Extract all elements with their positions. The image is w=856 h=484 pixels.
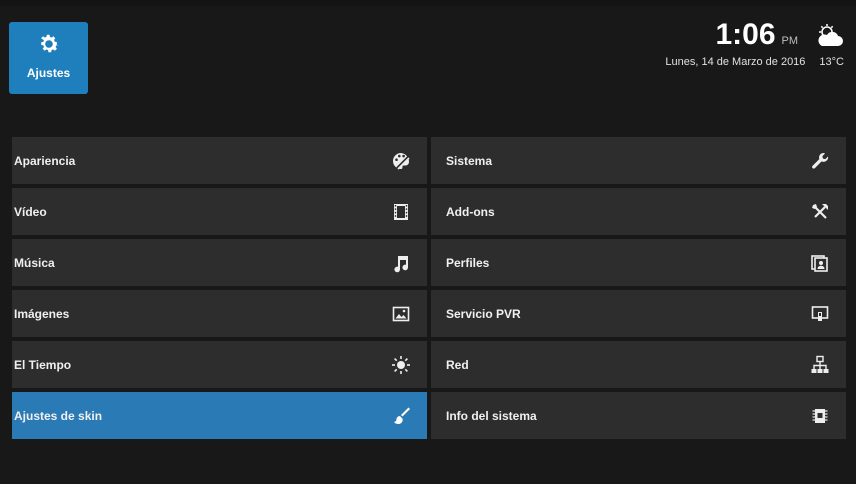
wrench-icon <box>810 151 830 171</box>
picture-icon <box>391 304 411 324</box>
network-icon <box>810 355 830 375</box>
date-text: Lunes, 14 de Marzo de 2016 <box>665 56 806 68</box>
temperature-text: 13°C <box>819 56 844 68</box>
gear-icon <box>40 34 58 53</box>
settings-window: Ajustes 1:06 PM Lunes, 14 de Marzo de 20… <box>0 6 856 484</box>
menu-item-info-del-sistema[interactable]: Info del sistema <box>431 392 846 439</box>
music-note-icon <box>391 253 411 273</box>
menu-item-label: Add-ons <box>446 204 495 219</box>
tools-icon <box>810 202 830 222</box>
menu-item-label: El Tiempo <box>14 357 72 372</box>
menu-item-perfiles[interactable]: Perfiles <box>431 239 846 286</box>
sun-icon <box>391 355 411 375</box>
menu-item-musica[interactable]: Música <box>12 239 427 286</box>
menu-item-ajustes-de-skin[interactable]: Ajustes de skin <box>12 392 427 439</box>
pvr-icon <box>810 304 830 324</box>
film-icon <box>391 202 411 222</box>
menu-item-el-tiempo[interactable]: El Tiempo <box>12 341 427 388</box>
clock-ampm: PM <box>781 35 799 47</box>
menu-item-servicio-pvr[interactable]: Servicio PVR <box>431 290 846 337</box>
settings-menu-grid: Apariencia Sistema Vídeo Add-ons Música … <box>12 137 846 439</box>
home-label: Ajustes <box>26 66 71 80</box>
menu-item-label: Info del sistema <box>446 408 537 423</box>
menu-item-imagenes[interactable]: Imágenes <box>12 290 427 337</box>
menu-item-label: Música <box>14 255 55 270</box>
menu-item-label: Red <box>446 357 469 372</box>
chip-icon <box>810 406 830 426</box>
menu-item-label: Ajustes de skin <box>14 408 103 423</box>
menu-item-label: Perfiles <box>446 255 490 270</box>
brush-icon <box>391 406 411 426</box>
menu-item-label: Servicio PVR <box>446 306 521 321</box>
clock-area: 1:06 PM Lunes, 14 de Marzo de 2016 13°C <box>665 20 844 90</box>
menu-item-label: Imágenes <box>14 306 70 321</box>
menu-item-apariencia[interactable]: Apariencia <box>12 137 427 184</box>
menu-item-label: Apariencia <box>14 153 76 168</box>
profiles-icon <box>810 253 830 273</box>
menu-item-sistema[interactable]: Sistema <box>431 137 846 184</box>
menu-item-video[interactable]: Vídeo <box>12 188 427 235</box>
menu-item-label: Vídeo <box>14 204 47 219</box>
cloudy-icon <box>818 24 843 46</box>
palette-icon <box>391 151 411 171</box>
settings-home-button[interactable]: Ajustes <box>9 22 88 94</box>
clock-time: 1:06 <box>715 18 776 51</box>
menu-item-red[interactable]: Red <box>431 341 846 388</box>
menu-item-label: Sistema <box>446 153 493 168</box>
menu-item-addons[interactable]: Add-ons <box>431 188 846 235</box>
